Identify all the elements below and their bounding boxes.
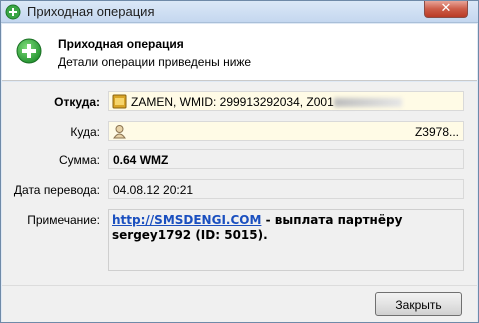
transaction-dialog: Приходная операция ✕ Приходная операция … bbox=[0, 0, 479, 323]
header-subtitle: Детали операции приведены ниже bbox=[58, 55, 252, 69]
user-icon bbox=[113, 125, 126, 139]
date-field: 04.08.12 20:21 bbox=[108, 179, 464, 199]
plus-icon bbox=[5, 4, 21, 20]
amount-field: 0.64 WMZ bbox=[108, 149, 464, 169]
add-circle-icon bbox=[16, 38, 42, 64]
amount-value: 0.64 WMZ bbox=[113, 153, 169, 167]
to-label: Куда: bbox=[70, 125, 100, 139]
to-field[interactable]: Z3978... bbox=[108, 121, 464, 141]
from-value: ZAMEN, WMID: 299913292034, Z001 bbox=[131, 95, 334, 109]
from-label: Откуда: bbox=[54, 95, 100, 109]
dialog-footer: Закрыть bbox=[2, 285, 477, 322]
amount-label: Сумма: bbox=[58, 153, 100, 167]
close-button[interactable]: Закрыть bbox=[375, 292, 462, 316]
from-field[interactable]: ZAMEN, WMID: 299913292034, Z001 bbox=[108, 91, 464, 111]
window-close-button[interactable]: ✕ bbox=[424, 0, 468, 18]
wallet-icon bbox=[112, 94, 127, 109]
note-label: Примечание: bbox=[27, 213, 100, 227]
window-title: Приходная операция bbox=[27, 4, 155, 19]
dialog-body: Откуда: ZAMEN, WMID: 299913292034, Z001 … bbox=[2, 82, 477, 285]
note-link[interactable]: http://SMSDENGI.COM bbox=[112, 213, 261, 227]
date-value: 04.08.12 20:21 bbox=[113, 183, 194, 197]
close-icon: ✕ bbox=[440, 0, 452, 15]
dialog-header: Приходная операция Детали операции приве… bbox=[2, 24, 477, 81]
to-value: Z3978... bbox=[414, 125, 459, 139]
close-button-label: Закрыть bbox=[395, 298, 442, 312]
redacted-area bbox=[333, 98, 402, 108]
note-box: http://SMSDENGI.COM - выплата партнёру s… bbox=[108, 209, 464, 271]
date-label: Дата перевода: bbox=[13, 183, 100, 197]
title-bar: Приходная операция ✕ bbox=[1, 0, 478, 23]
header-title: Приходная операция bbox=[58, 37, 184, 51]
